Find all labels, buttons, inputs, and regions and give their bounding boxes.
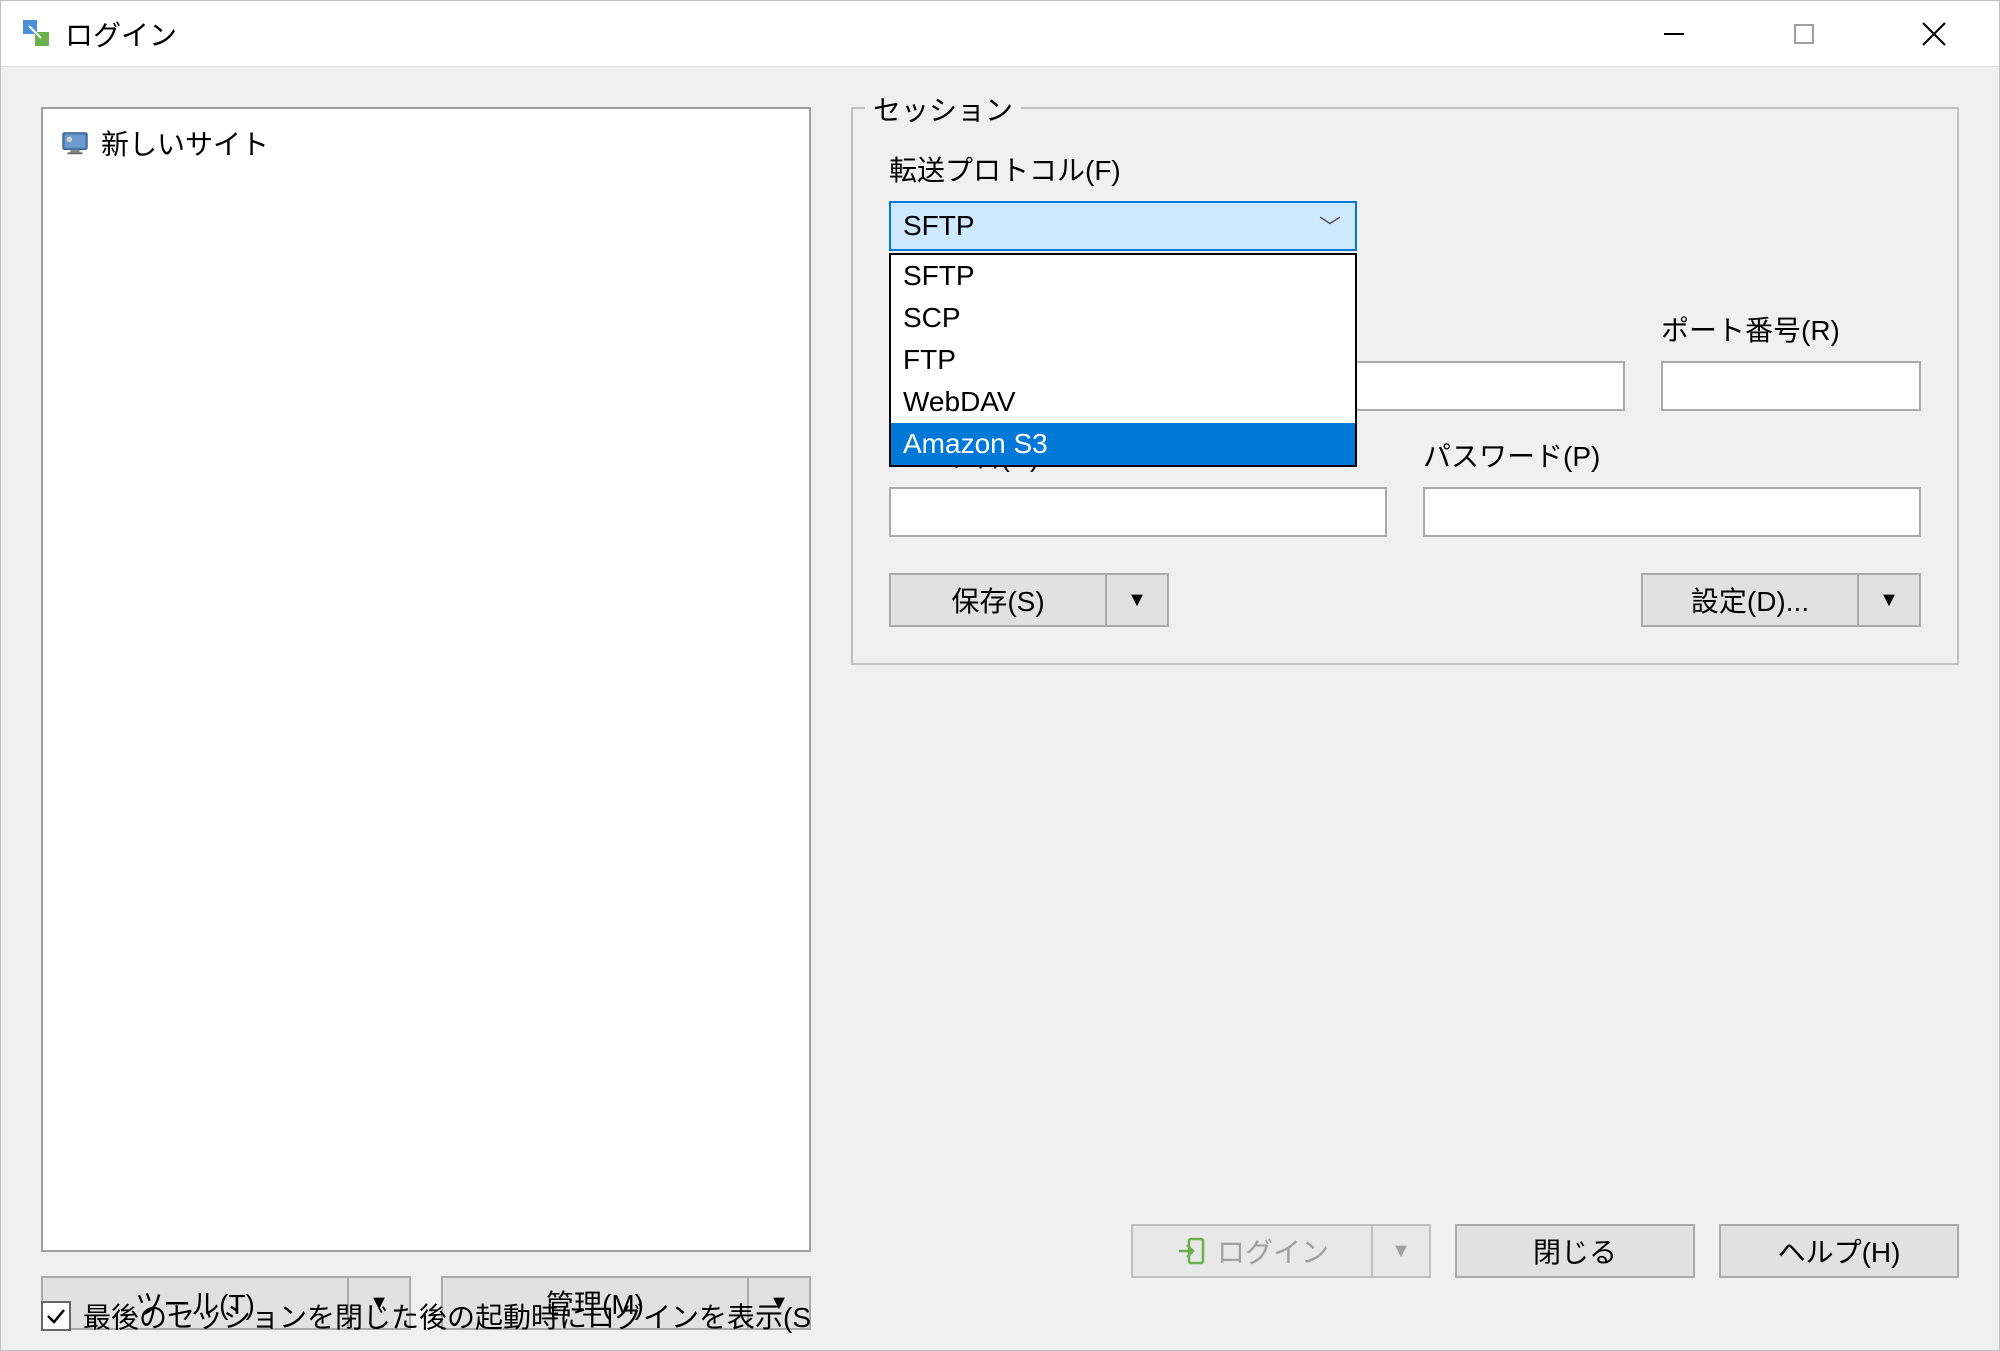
help-button-label: ヘルプ(H) bbox=[1778, 1231, 1901, 1271]
protocol-option-amazons3[interactable]: Amazon S3 bbox=[891, 423, 1355, 465]
window-title: ログイン bbox=[65, 14, 1609, 54]
app-icon bbox=[21, 18, 53, 50]
protocol-dropdown: SFTP SCP FTP WebDAV Amazon S3 bbox=[889, 253, 1357, 467]
port-input[interactable] bbox=[1663, 363, 2000, 409]
window-controls bbox=[1609, 1, 1999, 66]
session-action-buttons: 保存(S) ▼ 設定(D)... ▼ bbox=[889, 573, 1921, 627]
close-button[interactable]: 閉じる bbox=[1455, 1224, 1695, 1278]
session-group: セッション 転送プロトコル(F) SFTP ﹀ SFTP SCP FTP Web… bbox=[851, 107, 1959, 665]
titlebar: ログイン bbox=[1, 1, 1999, 67]
user-input[interactable] bbox=[889, 487, 1387, 537]
maximize-button[interactable] bbox=[1739, 1, 1869, 66]
protocol-field: 転送プロトコル(F) SFTP ﹀ SFTP SCP FTP WebDAV Am… bbox=[889, 149, 1921, 251]
chevron-down-icon[interactable]: ▼ bbox=[1859, 575, 1919, 625]
save-button-label[interactable]: 保存(S) bbox=[891, 575, 1107, 625]
login-button[interactable]: ログイン ▼ bbox=[1131, 1224, 1431, 1278]
protocol-option-scp[interactable]: SCP bbox=[891, 297, 1355, 339]
password-field: パスワード(P) bbox=[1423, 435, 1921, 537]
chevron-down-icon: ﹀ bbox=[1319, 210, 1341, 242]
port-label: ポート番号(R) bbox=[1661, 309, 1921, 349]
monitor-icon bbox=[59, 127, 91, 159]
settings-button[interactable]: 設定(D)... ▼ bbox=[1641, 573, 1921, 627]
protocol-selected-value: SFTP bbox=[903, 210, 975, 242]
protocol-select[interactable]: SFTP ﹀ SFTP SCP FTP WebDAV Amazon S3 bbox=[889, 201, 1357, 251]
bottom-buttons: ログイン ▼ 閉じる ヘルプ(H) bbox=[1131, 1224, 1959, 1278]
protocol-option-sftp[interactable]: SFTP bbox=[891, 255, 1355, 297]
login-button-label: ログイン bbox=[1217, 1231, 1329, 1271]
right-panel: セッション 転送プロトコル(F) SFTP ﹀ SFTP SCP FTP Web… bbox=[851, 107, 1959, 1330]
close-button-label: 閉じる bbox=[1533, 1231, 1617, 1271]
port-input-wrapper: ▲ ▼ bbox=[1661, 361, 1921, 411]
minimize-button[interactable] bbox=[1609, 1, 1739, 66]
chevron-down-icon[interactable]: ▼ bbox=[1107, 575, 1167, 625]
protocol-label: 転送プロトコル(F) bbox=[889, 149, 1921, 189]
close-window-button[interactable] bbox=[1869, 1, 1999, 66]
checkmark-icon bbox=[45, 1305, 67, 1327]
password-label: パスワード(P) bbox=[1423, 435, 1921, 475]
left-panel: 新しいサイト ツール(T) ▼ 管理(M) ▼ bbox=[41, 107, 811, 1330]
site-item-label: 新しいサイト bbox=[101, 123, 269, 163]
login-arrow-icon bbox=[1175, 1235, 1207, 1267]
login-dialog: ログイン bbox=[0, 0, 2000, 1351]
session-group-label: セッション bbox=[865, 89, 1021, 129]
site-item-new[interactable]: 新しいサイト bbox=[55, 117, 797, 169]
save-button[interactable]: 保存(S) ▼ bbox=[889, 573, 1169, 627]
help-button[interactable]: ヘルプ(H) bbox=[1719, 1224, 1959, 1278]
password-input[interactable] bbox=[1423, 487, 1921, 537]
show-on-startup-label: 最後のセッションを閉じた後の起動時にログインを表示(S bbox=[83, 1296, 811, 1336]
site-list[interactable]: 新しいサイト bbox=[41, 107, 811, 1252]
show-on-startup-checkbox-row: 最後のセッションを閉じた後の起動時にログインを表示(S bbox=[41, 1296, 811, 1336]
port-field: ポート番号(R) ▲ ▼ bbox=[1661, 309, 1921, 411]
dialog-content: 新しいサイト ツール(T) ▼ 管理(M) ▼ セッション 転送プロトコル(F) bbox=[1, 67, 1999, 1350]
protocol-option-webdav[interactable]: WebDAV bbox=[891, 381, 1355, 423]
protocol-option-ftp[interactable]: FTP bbox=[891, 339, 1355, 381]
login-button-main[interactable]: ログイン bbox=[1133, 1226, 1373, 1276]
show-on-startup-checkbox[interactable] bbox=[41, 1301, 71, 1331]
chevron-down-icon[interactable]: ▼ bbox=[1373, 1226, 1429, 1276]
settings-button-label[interactable]: 設定(D)... bbox=[1643, 575, 1859, 625]
